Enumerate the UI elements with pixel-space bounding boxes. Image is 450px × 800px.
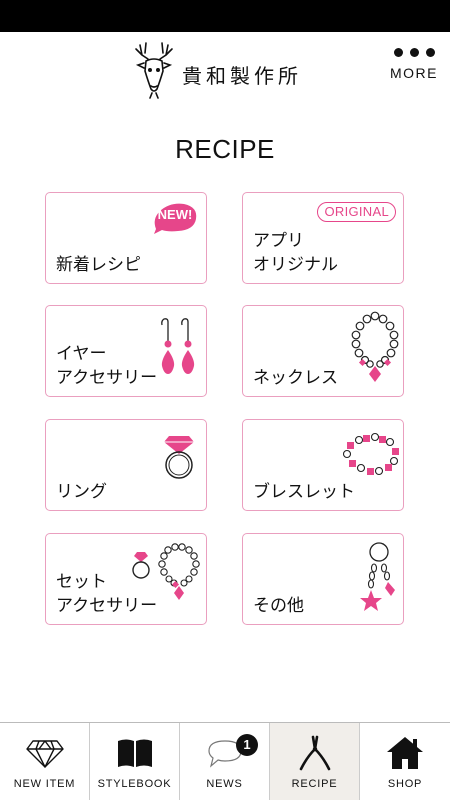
brand-logo[interactable]: 貴和製作所 — [130, 40, 330, 100]
book-icon — [118, 739, 152, 767]
status-bar — [0, 0, 450, 32]
necklace-icon — [351, 311, 399, 382]
ring-icon — [164, 436, 194, 479]
category-card-bracelet[interactable]: ブレスレット — [242, 419, 404, 511]
original-badge: ORIGINAL — [317, 202, 396, 222]
pliers-icon — [299, 735, 331, 771]
house-icon — [387, 737, 423, 769]
card-label: イヤー アクセサリー — [56, 344, 158, 388]
new-badge: NEW! — [157, 207, 193, 222]
brand-name: 貴和製作所 — [182, 63, 302, 88]
category-card-necklace[interactable]: ネックレス — [242, 305, 404, 397]
card-label: リング — [56, 482, 107, 502]
category-card-other[interactable]: その他 — [242, 533, 404, 625]
tab-news[interactable]: 1 NEWS — [180, 723, 270, 800]
deer-head-icon — [135, 42, 173, 99]
tab-recipe[interactable]: RECIPE — [270, 723, 360, 800]
earrings-icon — [161, 318, 195, 374]
card-label: ブレスレット — [253, 482, 355, 502]
tab-stylebook[interactable]: STYLEBOOK — [90, 723, 180, 800]
category-card-new-recipes[interactable]: NEW! 新着レシピ — [45, 192, 207, 284]
card-label: アプリ オリジナル — [253, 231, 338, 275]
bottom-tab-bar: NEW ITEM STYLEBOOK 1 NEWS RECIPE SHOP — [0, 722, 450, 800]
app-header: 貴和製作所 MORE — [0, 32, 450, 104]
tab-shop[interactable]: SHOP — [360, 723, 450, 800]
card-label: その他 — [253, 596, 304, 616]
card-label: セット アクセサリー — [56, 572, 158, 616]
tab-label: STYLEBOOK — [97, 778, 172, 790]
category-card-app-original[interactable]: ORIGINAL アプリ オリジナル — [242, 192, 404, 284]
tab-label: NEW ITEM — [13, 778, 76, 790]
tab-label: NEWS — [206, 778, 243, 790]
diamond-icon — [26, 740, 64, 768]
category-card-ear-accessories[interactable]: イヤー アクセサリー — [45, 305, 207, 397]
more-label: MORE — [390, 65, 438, 81]
card-label: ネックレス — [253, 368, 338, 388]
tab-new-item[interactable]: NEW ITEM — [0, 723, 90, 800]
tab-label: RECIPE — [291, 778, 338, 790]
page-title: RECIPE — [175, 134, 275, 164]
star-charm-icon — [360, 542, 395, 611]
card-label: 新着レシピ — [56, 255, 141, 275]
tab-label: SHOP — [387, 778, 423, 790]
more-button[interactable]: MORE — [388, 48, 440, 92]
category-card-ring[interactable]: リング — [45, 419, 207, 511]
more-dots-icon — [388, 48, 440, 57]
bracelet-icon — [342, 432, 399, 476]
news-notification-badge: 1 — [236, 734, 258, 756]
category-card-set-accessories[interactable]: セット アクセサリー — [45, 533, 207, 625]
